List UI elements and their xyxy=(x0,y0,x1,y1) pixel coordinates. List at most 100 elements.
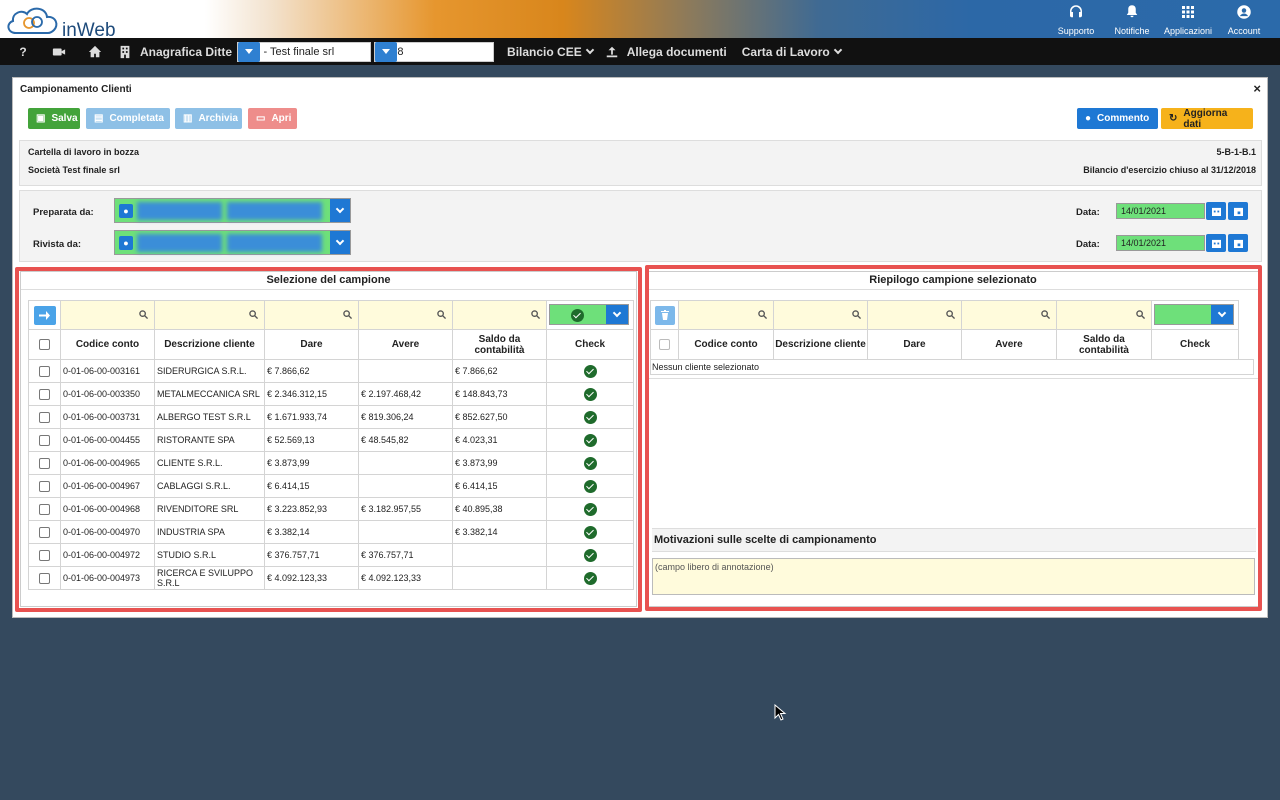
year-select[interactable]: 2018 xyxy=(374,41,495,62)
table-row[interactable]: 0-01-06-00-003731 ALBERGO TEST S.R.L € 1.6… xyxy=(28,405,634,429)
completata-label: Completata xyxy=(109,113,164,124)
completata-button[interactable]: ▤ Completata xyxy=(86,108,170,129)
close-icon[interactable]: × xyxy=(1253,81,1261,96)
row-checkbox[interactable] xyxy=(39,457,50,469)
calendar-today-icon[interactable] xyxy=(1228,234,1248,252)
cell-codice: 0-01-06-00-003350 xyxy=(60,382,155,406)
calendar-today-icon[interactable] xyxy=(1228,202,1248,220)
motivazioni-textarea[interactable]: (campo libero di annotazione) xyxy=(652,558,1255,595)
cell-avere xyxy=(358,520,453,544)
table-row[interactable]: 0-01-06-00-004965 CLIENTE S.R.L. € 3.873,9… xyxy=(28,451,634,475)
header-saldo[interactable]: Saldo da contabilità xyxy=(452,329,547,360)
building-button[interactable] xyxy=(112,38,138,65)
header-check[interactable]: Check xyxy=(546,329,634,360)
chevron-down-icon[interactable] xyxy=(606,305,628,324)
archivia-button[interactable]: ▥ Archivia xyxy=(175,108,242,129)
upload-button[interactable] xyxy=(599,38,625,65)
table-row[interactable]: 0-01-06-00-003161 SIDERURGICA S.R.L. € 7.8… xyxy=(28,359,634,383)
commento-button[interactable]: ● Commento xyxy=(1077,108,1158,129)
filter-saldo[interactable] xyxy=(1056,300,1152,330)
chevron-down-icon[interactable] xyxy=(1211,305,1233,324)
table-row[interactable]: 0-01-06-00-004967 CABLAGGI S.R.L. € 6.414,… xyxy=(28,474,634,498)
cell-check xyxy=(546,543,634,567)
check-filter-select[interactable] xyxy=(549,304,629,325)
row-checkbox[interactable] xyxy=(39,526,50,538)
video-button[interactable] xyxy=(46,38,72,65)
arrow-right-button[interactable] xyxy=(33,305,56,325)
filter-avere[interactable] xyxy=(961,300,1057,330)
cell-saldo: € 3.382,14 xyxy=(452,520,547,544)
chevron-down-icon[interactable] xyxy=(330,231,350,254)
row-checkbox[interactable] xyxy=(39,388,50,400)
cell-saldo: € 40.895,38 xyxy=(452,497,547,521)
row-checkbox[interactable] xyxy=(39,411,50,423)
account-button[interactable]: Account xyxy=(1216,2,1272,36)
table-row[interactable]: 0-01-06-00-003350 METALMECCANICA SRL € 2.3… xyxy=(28,382,634,406)
row-checkbox[interactable] xyxy=(39,365,50,377)
table-row[interactable]: 0-01-06-00-004968 RIVENDITORE SRL € 3.223.… xyxy=(28,497,634,521)
filter-descrizione[interactable] xyxy=(154,300,265,330)
chevron-down-icon[interactable] xyxy=(238,41,261,62)
filter-descrizione[interactable] xyxy=(773,300,868,330)
header-codice[interactable]: Codice conto xyxy=(678,329,774,360)
filter-dare[interactable] xyxy=(264,300,359,330)
row-checkbox[interactable] xyxy=(39,572,50,584)
salva-button[interactable]: ▣ Salva xyxy=(28,108,80,129)
notifications-button[interactable]: Notifiche xyxy=(1104,2,1160,36)
app-logo[interactable]: inWeb xyxy=(4,3,124,41)
anagrafica-ditte-link[interactable]: Anagrafica Ditte xyxy=(140,45,232,59)
select-all-cell xyxy=(650,329,679,360)
rivista-date-field[interactable]: 14/01/2021 xyxy=(1116,235,1205,251)
cell-saldo: € 6.414,15 xyxy=(452,474,547,498)
filter-avere[interactable] xyxy=(358,300,453,330)
calendar-icon[interactable] xyxy=(1206,234,1226,252)
select-all-checkbox[interactable] xyxy=(39,339,50,350)
header-codice[interactable]: Codice conto xyxy=(60,329,155,360)
header-dare[interactable]: Dare xyxy=(264,329,359,360)
company-select[interactable]: 001 - Test finale srl xyxy=(237,41,372,62)
preparata-label: Preparata da: xyxy=(33,207,94,218)
row-checkbox-cell xyxy=(28,382,61,406)
header-check[interactable]: Check xyxy=(1151,329,1239,360)
header-dare[interactable]: Dare xyxy=(867,329,962,360)
chevron-down-icon[interactable] xyxy=(330,199,350,222)
filter-codice[interactable] xyxy=(678,300,774,330)
support-button[interactable]: Supporto xyxy=(1048,2,1104,36)
select-all-checkbox[interactable] xyxy=(659,339,670,350)
filter-saldo[interactable] xyxy=(452,300,547,330)
trash-button[interactable] xyxy=(654,305,675,325)
bilancio-cee-menu[interactable]: Bilancio CEE xyxy=(507,45,594,59)
row-checkbox[interactable] xyxy=(39,480,50,492)
table-row[interactable]: 0-01-06-00-004455 RISTORANTE SPA € 52.569,… xyxy=(28,428,634,452)
header-saldo[interactable]: Saldo da contabilità xyxy=(1056,329,1152,360)
apri-button[interactable]: ▭ Apri xyxy=(248,108,297,129)
table-row[interactable]: 0-01-06-00-004972 STUDIO S.R.L € 376.757,7… xyxy=(28,543,634,567)
help-button[interactable]: ? xyxy=(10,38,36,65)
support-label: Supporto xyxy=(1057,26,1095,36)
home-button[interactable] xyxy=(82,38,108,65)
apps-button[interactable]: Applicazioni xyxy=(1160,2,1216,36)
table-row[interactable]: 0-01-06-00-004970 INDUSTRIA SPA € 3.382,14… xyxy=(28,520,634,544)
preparata-date-field[interactable]: 14/01/2021 xyxy=(1116,203,1205,219)
allega-documenti-link[interactable]: Allega documenti xyxy=(627,45,727,59)
header-descrizione[interactable]: Descrizione cliente xyxy=(773,329,868,360)
filter-dare[interactable] xyxy=(867,300,962,330)
cell-saldo: € 852.627,50 xyxy=(452,405,547,429)
filter-codice[interactable] xyxy=(60,300,155,330)
campionamento-window: Campionamento Clienti × ▣ Salva ▤ Completa… xyxy=(12,77,1268,618)
cell-descrizione: RISTORANTE SPA xyxy=(154,428,265,452)
header-descrizione[interactable]: Descrizione cliente xyxy=(154,329,265,360)
preparata-select[interactable]: ● xyxy=(114,198,351,223)
header-avere[interactable]: Avere xyxy=(961,329,1057,360)
row-checkbox[interactable] xyxy=(39,549,50,561)
row-checkbox[interactable] xyxy=(39,434,50,446)
aggiorna-dati-button[interactable]: ↻ Aggiorna dati xyxy=(1161,108,1253,130)
table-row[interactable]: 0-01-06-00-004973 RICERCA E SVILUPPO S.R.… xyxy=(28,566,634,590)
row-checkbox[interactable] xyxy=(39,503,50,515)
carta-di-lavoro-menu[interactable]: Carta di Lavoro xyxy=(742,45,843,59)
check-filter-select[interactable] xyxy=(1154,304,1234,325)
chevron-down-icon[interactable] xyxy=(375,41,398,62)
rivista-select[interactable]: ● xyxy=(114,230,351,255)
calendar-icon[interactable] xyxy=(1206,202,1226,220)
header-avere[interactable]: Avere xyxy=(358,329,453,360)
